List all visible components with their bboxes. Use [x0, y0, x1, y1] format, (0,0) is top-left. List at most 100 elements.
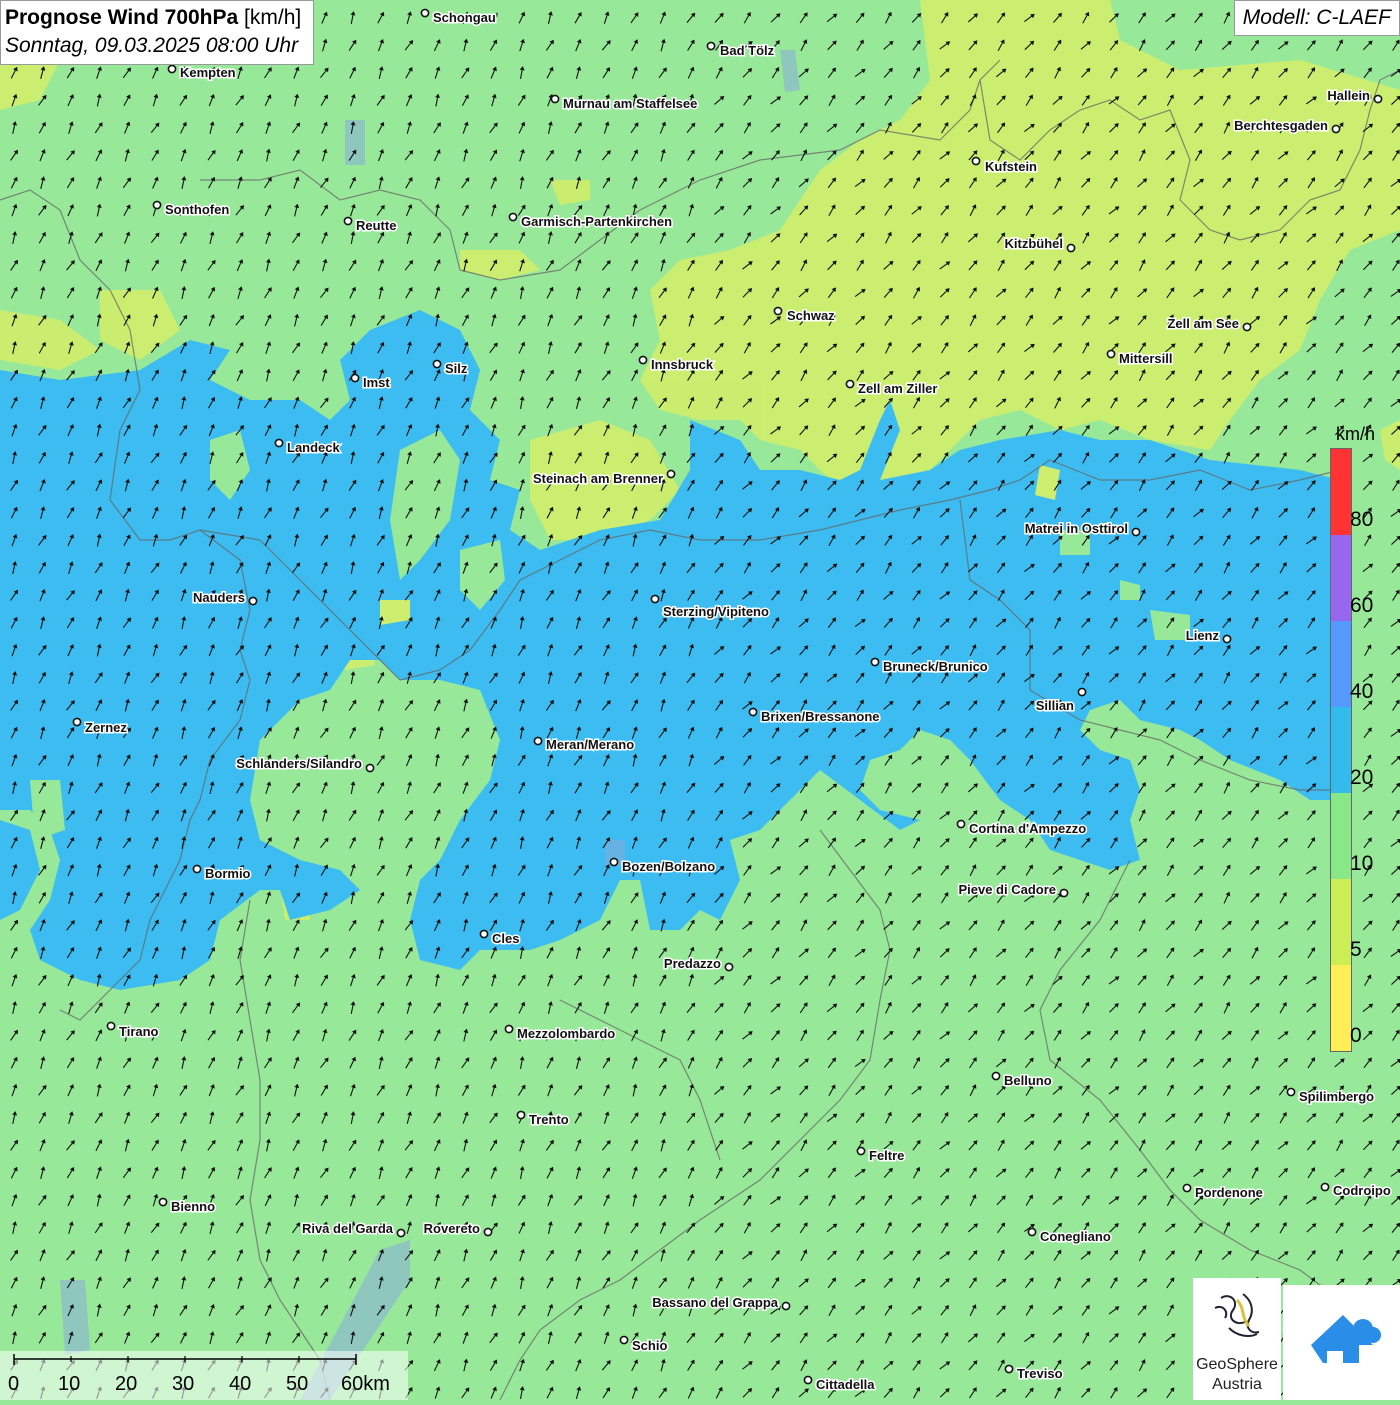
city-label: Pieve di Cadore — [958, 882, 1056, 897]
city-label: Zell am See — [1167, 316, 1239, 331]
city-dot — [433, 360, 440, 367]
legend-label: 20 — [1350, 766, 1373, 790]
legend-label: 40 — [1350, 680, 1373, 704]
city-dot — [107, 1022, 114, 1029]
city-label: Bozen/Bolzano — [622, 859, 715, 874]
city-label: Feltre — [869, 1148, 904, 1163]
city-dot — [707, 42, 714, 49]
city-label: Belluno — [1004, 1073, 1052, 1088]
city-dot — [725, 963, 732, 970]
city-dot — [667, 470, 674, 477]
scale-label: 40 — [229, 1373, 251, 1396]
city-label: Zernez — [85, 720, 127, 735]
city-label: Tirano — [119, 1024, 159, 1039]
scale-label: 10 — [58, 1373, 80, 1396]
city-dot — [782, 1302, 789, 1309]
map-title-text: Prognose Wind 700hPa — [5, 6, 238, 29]
city-label: Imst — [363, 375, 390, 390]
city-marker: Conegliano — [1028, 1228, 1110, 1244]
city-label: Conegliano — [1040, 1229, 1111, 1244]
legend-segment — [1331, 707, 1351, 793]
scale-bar: 0102030405060km — [0, 1351, 408, 1400]
city-marker: Murnau am Staffelsee — [551, 95, 697, 111]
legend-segment — [1331, 535, 1351, 621]
scale-label: 50 — [286, 1373, 308, 1396]
city-label: Garmisch-Partenkirchen — [521, 214, 672, 229]
city-label: Sillian — [1036, 698, 1074, 713]
city-label: Trento — [529, 1112, 569, 1127]
city-dot — [509, 213, 516, 220]
city-dot — [957, 820, 964, 827]
city-dot — [168, 65, 175, 72]
city-marker: Pieve di Cadore — [958, 882, 1067, 897]
geosphere-logo: GeoSphere Austria — [1193, 1278, 1281, 1400]
city-label: Mittersill — [1119, 351, 1172, 366]
legend-segment — [1331, 449, 1351, 535]
city-label: Spilimbergo — [1299, 1089, 1374, 1104]
city-dot — [484, 1228, 491, 1235]
city-dot — [1287, 1088, 1294, 1095]
city-marker: Zell am See — [1167, 316, 1250, 331]
city-marker: Brixen/Bressanone — [749, 708, 879, 724]
city-dot — [73, 718, 80, 725]
city-label: Bormio — [205, 866, 251, 881]
legend-segment — [1331, 879, 1351, 965]
city-dot — [551, 95, 558, 102]
legend-colorbar — [1330, 448, 1352, 1052]
map-title: Prognose Wind 700hPa [km/h] — [5, 4, 301, 32]
city-label: Zell am Ziller — [858, 381, 937, 396]
legend-label: 5 — [1350, 938, 1362, 962]
legend-segment — [1331, 621, 1351, 707]
city-label: Nauders — [193, 590, 245, 605]
scale-label: 0 — [8, 1373, 19, 1396]
city-label: Kitzbühel — [1005, 236, 1064, 251]
city-dot — [972, 157, 979, 164]
city-label: Berchtesgaden — [1234, 118, 1328, 133]
scale-label: 60km — [341, 1373, 390, 1396]
city-dot — [366, 764, 373, 771]
city-dot — [517, 1111, 524, 1118]
title-box: Prognose Wind 700hPa [km/h] Sonntag, 09.… — [0, 0, 314, 65]
city-dot — [1107, 350, 1114, 357]
city-dot — [505, 1025, 512, 1032]
legend-segment — [1331, 965, 1351, 1051]
city-marker: Cittadella — [804, 1376, 875, 1392]
city-dot — [249, 597, 256, 604]
legend-unit: km/h — [1336, 424, 1375, 445]
city-marker: Bassano del Grappa — [652, 1295, 789, 1310]
city-label: Kufstein — [985, 159, 1037, 174]
city-marker: Garmisch-Partenkirchen — [509, 213, 672, 229]
city-label: Riva del Garda — [302, 1221, 394, 1236]
city-label: Meran/Merano — [546, 737, 634, 752]
city-dot — [871, 658, 878, 665]
city-label: Codroipo — [1333, 1183, 1391, 1198]
city-label: Steinach am Brenner — [533, 471, 663, 486]
city-dot — [1067, 244, 1074, 251]
city-dot — [1374, 95, 1381, 102]
city-marker: Cortina d'Ampezzo — [957, 820, 1086, 836]
city-marker: Berchtesgaden — [1234, 118, 1340, 133]
city-dot — [804, 1376, 811, 1383]
city-dot — [749, 708, 756, 715]
city-marker: Sonthofen — [153, 201, 229, 217]
city-marker: Pordenone — [1183, 1184, 1263, 1200]
city-marker: Bozen/Bolzano — [610, 858, 715, 874]
city-label: Brixen/Bressanone — [761, 709, 880, 724]
city-label: Landeck — [287, 440, 341, 455]
city-label: Lienz — [1186, 628, 1220, 643]
city-label: Cittadella — [816, 1377, 875, 1392]
map-title-unit: [km/h] — [244, 6, 301, 29]
city-dot — [1183, 1184, 1190, 1191]
scale-label: 30 — [172, 1373, 194, 1396]
city-label: Kempten — [180, 65, 236, 80]
city-dot — [421, 9, 428, 16]
city-dot — [275, 439, 282, 446]
city-label: Sterzing/Vipiteno — [663, 604, 769, 619]
city-label: Bruneck/Brunico — [883, 659, 988, 674]
wind-map: SchongauBad TölzKemptenMurnau am Staffel… — [0, 0, 1400, 1400]
city-label: Cortina d'Ampezzo — [969, 821, 1086, 836]
city-dot — [1321, 1183, 1328, 1190]
city-label: Treviso — [1017, 1366, 1063, 1381]
city-label: Rovereto — [424, 1221, 480, 1236]
app-logo — [1283, 1285, 1400, 1400]
